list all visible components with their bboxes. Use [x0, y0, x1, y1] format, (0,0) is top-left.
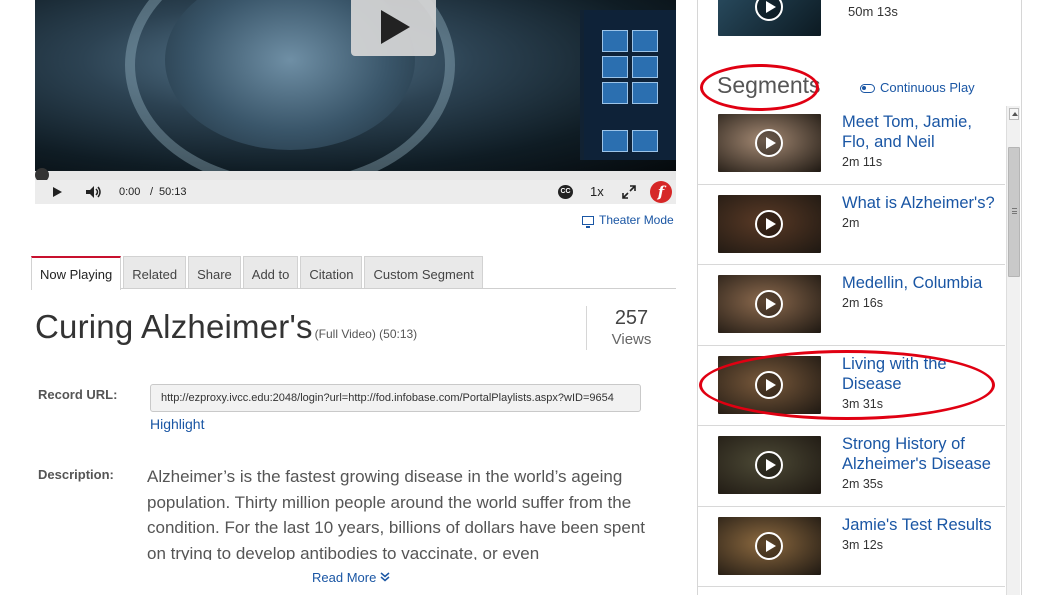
segment-title: Strong History of Alzheimer's Disease: [842, 435, 991, 473]
segment-duration: 2m 35s: [842, 477, 883, 491]
segment-duration: 2m: [842, 215, 860, 230]
progress-bar[interactable]: [35, 168, 676, 182]
panel-right-border: [1021, 0, 1022, 595]
play-circle-icon: [755, 0, 783, 21]
background-monitor: [580, 10, 676, 160]
theater-mode-label: Theater Mode: [599, 213, 674, 227]
segment-duration: 2m 16s: [842, 296, 883, 310]
highlight-link[interactable]: Highlight: [150, 416, 204, 432]
segment-item[interactable]: Meet Tom, Jamie, Flo, and Neil 2m 11s: [698, 104, 1005, 185]
time-separator: /: [150, 186, 154, 198]
segment-duration: 2m 11s: [842, 155, 883, 169]
segment-thumbnail: [718, 275, 821, 333]
play-circle-icon: [755, 370, 783, 399]
segment-duration: 3m 12s: [842, 537, 883, 552]
segment-thumbnail: [718, 114, 821, 172]
monitor-tool-icon: [632, 130, 658, 152]
closed-captions-icon[interactable]: CC: [558, 185, 573, 199]
tab-citation[interactable]: Citation: [300, 256, 363, 289]
monitor-tool-icon: [632, 30, 658, 52]
monitor-tool-icon: [602, 56, 628, 78]
tab-related[interactable]: Related: [123, 256, 187, 289]
segment-title: Meet Tom, Jamie, Flo, and Neil: [842, 113, 972, 151]
theater-mode-button[interactable]: Theater Mode: [582, 213, 674, 228]
volume-icon[interactable]: [85, 184, 103, 200]
read-more-label: Read More: [312, 570, 377, 585]
tab-custom-segment[interactable]: Custom Segment: [364, 256, 483, 289]
monitor-tool-icon: [632, 56, 658, 78]
continuous-play-label: Continuous Play: [880, 80, 975, 95]
segment-item[interactable]: What is Alzheimer's? 2m: [698, 185, 1005, 265]
playback-speed[interactable]: 1x: [590, 184, 604, 200]
segments-scrollbar[interactable]: [1006, 106, 1020, 595]
video-subtitle: (Full Video) (50:13): [314, 327, 418, 341]
video-frame[interactable]: [35, 0, 676, 173]
scroll-up-arrow-icon[interactable]: [1009, 108, 1019, 120]
segment-thumbnail: [718, 355, 821, 414]
description-label: Description:: [38, 467, 114, 482]
segment-title: Medellin, Columbia: [842, 274, 983, 292]
page: 0:00 / 50:13 CC 1x f Theater Mode Now Pl…: [0, 0, 1046, 595]
play-circle-icon: [755, 209, 783, 238]
big-play-button[interactable]: [351, 0, 436, 56]
tab-bar: Now Playing Related Share Add to Citatio…: [31, 256, 485, 290]
fullscreen-icon[interactable]: [622, 184, 636, 200]
record-url-label: Record URL:: [38, 387, 118, 402]
segment-title: Jamie's Test Results: [842, 515, 992, 534]
brand-logo-icon: f: [650, 181, 672, 203]
segment-item[interactable]: Jamie's Test Results 3m 12s: [698, 507, 1005, 587]
play-circle-icon: [755, 290, 783, 318]
continuous-play-toggle[interactable]: Continuous Play: [860, 80, 975, 95]
views-counter: 257 Views: [586, 306, 676, 350]
segment-thumbnail: [718, 436, 821, 494]
monitor-tool-icon: [632, 82, 658, 104]
video-title-block: Curing Alzheimer's (Full Video) (50:13): [35, 308, 417, 346]
toggle-icon: [860, 84, 875, 93]
segments-heading: Segments: [717, 72, 821, 98]
segment-thumbnail: [718, 194, 821, 253]
video-title: Curing Alzheimer's: [35, 308, 313, 345]
tab-divider: [31, 288, 676, 289]
segment-thumbnail: [718, 516, 821, 575]
play-icon[interactable]: [51, 184, 63, 200]
read-more-link[interactable]: Read More: [312, 570, 390, 585]
segment-duration: 3m 31s: [842, 396, 883, 411]
player-controls: 0:00 / 50:13 CC 1x f: [35, 180, 676, 204]
scrollbar-thumb[interactable]: [1008, 147, 1020, 277]
segment-item[interactable]: Medellin, Columbia 2m 16s: [698, 265, 1005, 346]
monitor-icon: [582, 216, 594, 228]
play-icon: [381, 10, 410, 44]
scrollbar-grip-icon: [1012, 208, 1017, 214]
full-video-duration: 50m 13s: [848, 4, 898, 19]
segment-title: Living with the Disease: [842, 354, 947, 393]
segment-title: What is Alzheimer's?: [842, 193, 995, 212]
tab-share[interactable]: Share: [188, 256, 241, 289]
record-url-field[interactable]: http://ezproxy.ivcc.edu:2048/login?url=h…: [150, 384, 641, 412]
tab-now-playing[interactable]: Now Playing: [31, 256, 122, 290]
tab-add-to[interactable]: Add to: [242, 256, 299, 289]
monitor-tool-icon: [602, 130, 628, 152]
full-video-thumbnail[interactable]: [718, 0, 821, 36]
total-time: 50:13: [159, 186, 187, 198]
segments-list: Meet Tom, Jamie, Flo, and Neil 2m 11s Wha…: [698, 104, 1005, 595]
views-count: 257: [614, 307, 649, 329]
monitor-tool-icon: [602, 82, 628, 104]
segment-item[interactable]: Living with the Disease 3m 31s: [698, 346, 1005, 426]
views-label: Views: [611, 331, 652, 348]
play-circle-icon: [755, 451, 783, 479]
monitor-tool-icon: [602, 30, 628, 52]
description-text: Alzheimer’s is the fastest growing disea…: [147, 467, 646, 560]
current-time: 0:00: [119, 186, 141, 198]
play-circle-icon: [755, 531, 783, 560]
segment-item[interactable]: Strong History of Alzheimer's Disease 2m …: [698, 426, 1005, 507]
double-chevron-down-icon: [380, 572, 390, 582]
play-circle-icon: [755, 129, 783, 157]
